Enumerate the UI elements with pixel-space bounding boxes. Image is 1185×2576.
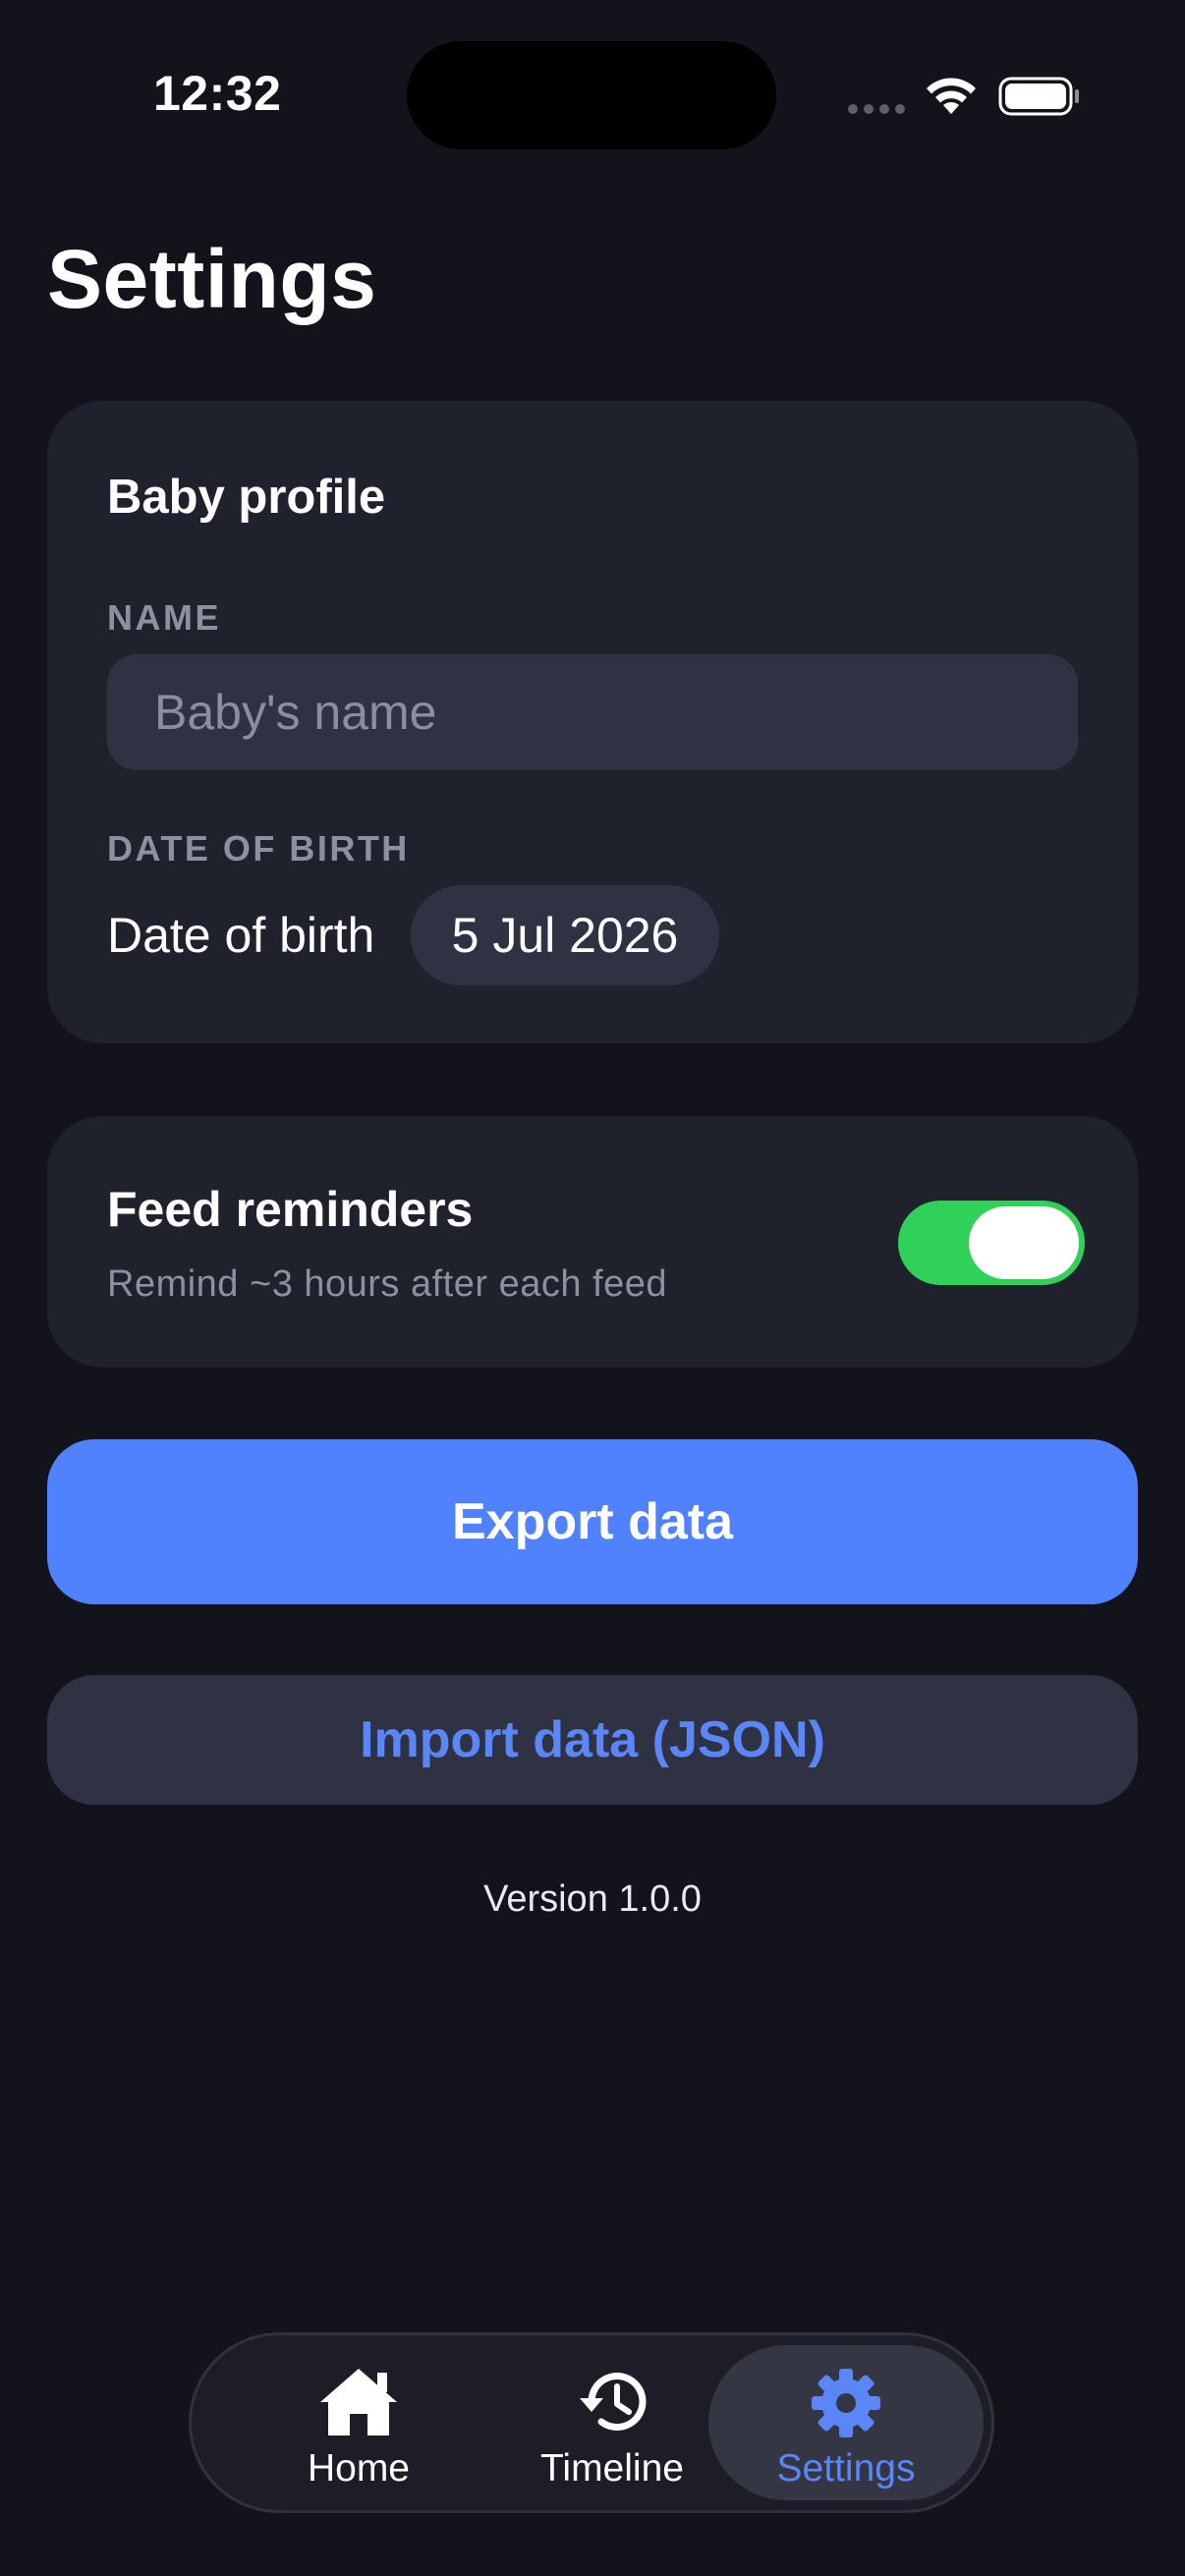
dynamic-island — [407, 41, 776, 149]
name-label: NAME — [107, 597, 221, 638]
tab-timeline[interactable]: Timeline — [484, 2345, 740, 2500]
date-of-birth-label: DATE OF BIRTH — [107, 828, 410, 868]
feed-reminders-title: Feed reminders — [107, 1182, 474, 1237]
baby-name-input[interactable] — [107, 654, 1078, 770]
tab-settings[interactable]: Settings — [708, 2345, 984, 2500]
feed-reminders-toggle[interactable] — [898, 1201, 1085, 1285]
toggle-knob — [969, 1206, 1079, 1279]
settings-screen: 12:32 Settings Baby profile NAME DATE OF… — [0, 0, 1185, 2576]
date-of-birth-row-label: Date of birth — [107, 908, 375, 963]
history-clock-icon — [580, 2373, 647, 2431]
date-of-birth-picker[interactable]: 5 Jul 2026 — [411, 885, 719, 985]
feed-reminders-card: Feed reminders Remind ~3 hours after eac… — [47, 1116, 1138, 1368]
baby-profile-title: Baby profile — [107, 471, 386, 524]
version-text: Version 1.0.0 — [483, 1878, 702, 1920]
tab-home-label: Home — [307, 2447, 411, 2490]
tab-settings-label: Settings — [776, 2447, 916, 2490]
baby-profile-card: Baby profile NAME DATE OF BIRTH Date of … — [47, 401, 1138, 1043]
gear-icon — [812, 2369, 880, 2437]
page-title: Settings — [47, 233, 377, 325]
import-data-button[interactable]: Import data (JSON) — [47, 1675, 1138, 1805]
tab-home[interactable]: Home — [251, 2345, 467, 2500]
feed-reminders-subtitle: Remind ~3 hours after each feed — [107, 1263, 668, 1305]
status-time: 12:32 — [153, 66, 282, 121]
tab-timeline-label: Timeline — [540, 2447, 684, 2490]
export-data-button[interactable]: Export data — [47, 1439, 1138, 1604]
tab-bar: Home Timeline Settings — [189, 2332, 994, 2513]
battery-icon — [998, 77, 1079, 116]
cellular-signal-icon — [848, 104, 905, 114]
house-icon — [320, 2369, 397, 2436]
wifi-icon — [927, 78, 976, 114]
